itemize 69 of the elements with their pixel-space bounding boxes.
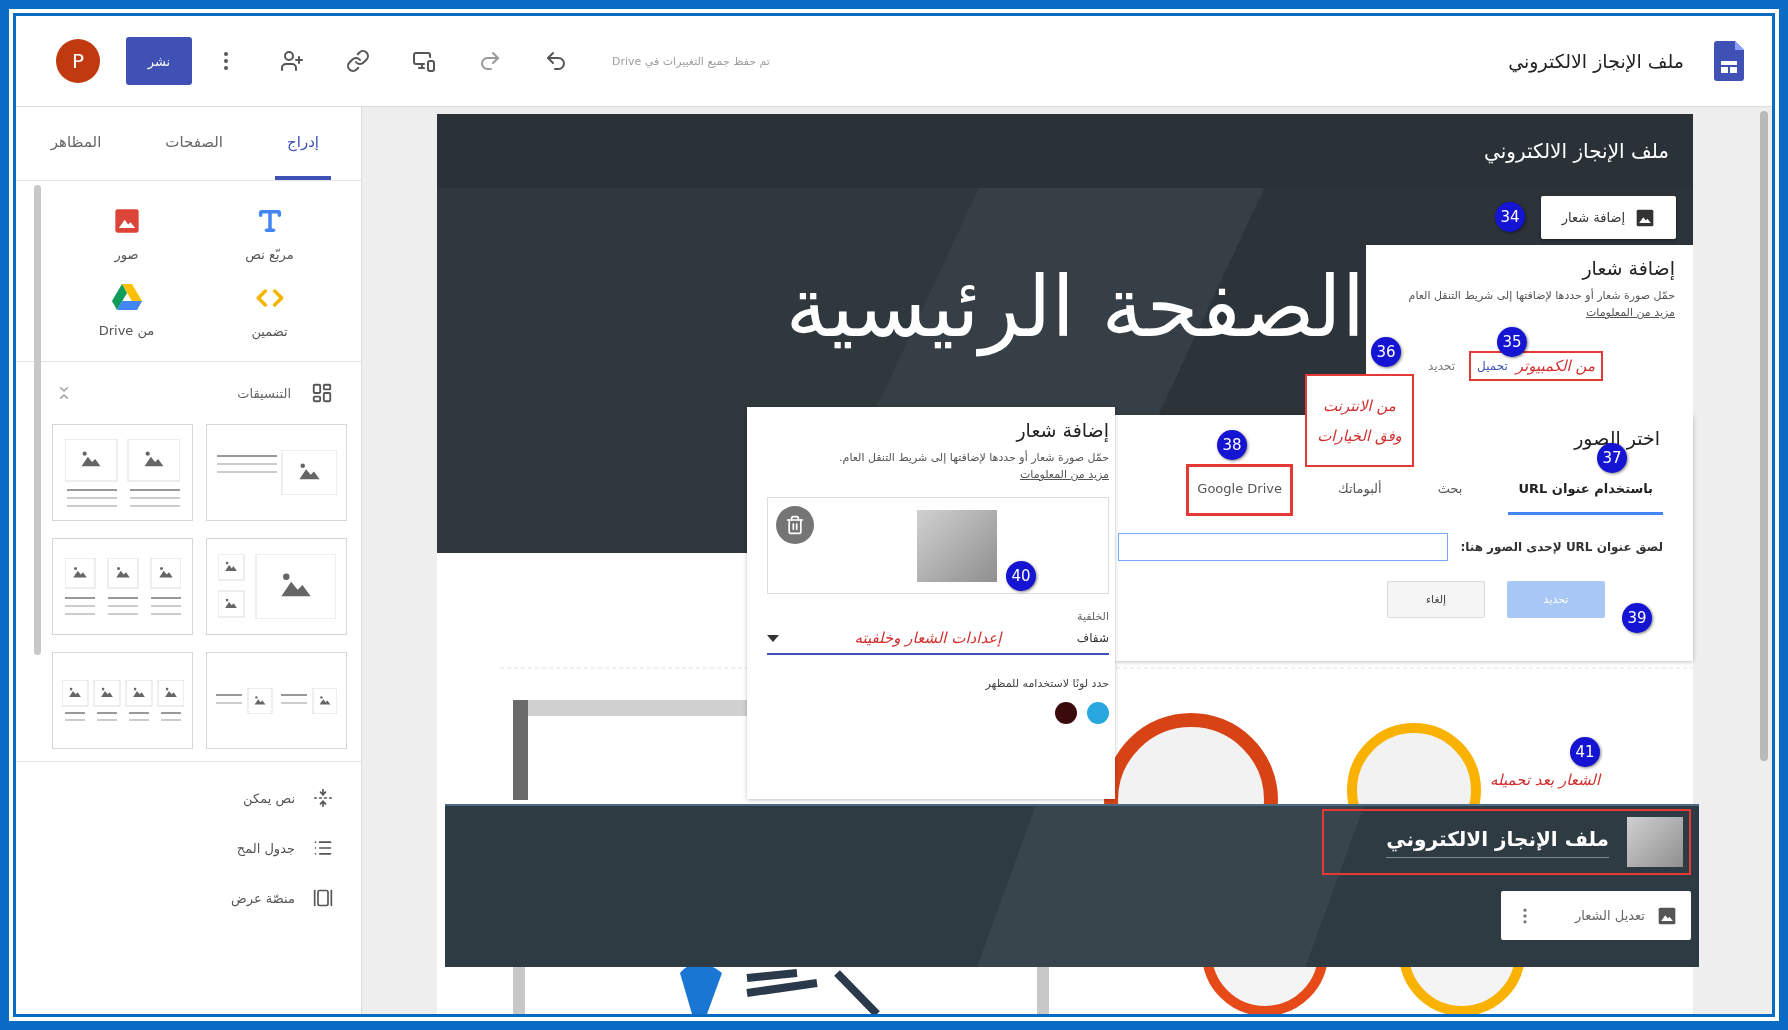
layout-tile[interactable] (52, 652, 193, 749)
picker-tab[interactable]: Google Drive (1187, 465, 1292, 515)
sidebar-tab[interactable]: الصفحات (153, 107, 236, 180)
scrollbar[interactable] (34, 185, 41, 655)
more-info-link[interactable]: مزيد من المعلومات (1019, 468, 1109, 481)
delete-button[interactable] (776, 506, 814, 544)
add-logo-button[interactable]: إضافة شعار (1541, 196, 1676, 239)
dialog-description: حمّل صورة شعار أو حددها لإضافتها إلى شريط التنقل العام. مزيد من المعلومات (838, 449, 1109, 483)
devices-icon[interactable] (412, 49, 436, 73)
layout-tile[interactable] (52, 538, 193, 635)
gallery-icon (313, 888, 333, 908)
picker-tab[interactable]: ألبوماتك (1327, 465, 1392, 515)
dropdown-icon (767, 634, 779, 642)
insert-item[interactable]: صور (55, 199, 198, 270)
component-item[interactable]: منصّة عرض (16, 888, 333, 908)
color-prompt: حدد لونًا لاستخدامه للمظهر (984, 677, 1109, 690)
dialog-title: إضافة شعار (1580, 257, 1675, 279)
publish-button[interactable]: نشر (126, 37, 192, 85)
annotation-note: من الانترنت وفق الخيارات (1305, 374, 1414, 467)
document-icon[interactable] (1714, 41, 1744, 81)
color-swatch[interactable] (1055, 702, 1077, 724)
upload-link[interactable]: تحميل (1477, 359, 1508, 373)
logo-image (1627, 817, 1683, 867)
url-input-field[interactable] (1118, 533, 1449, 561)
undo-icon[interactable] (544, 49, 568, 73)
background-select[interactable]: شفاف إعدادات الشعار وخلفيته (767, 623, 1109, 655)
select-link[interactable]: تحديد (1428, 359, 1456, 373)
image-icon (1635, 207, 1656, 228)
annotation-note: من الكمبيوتر (1515, 357, 1595, 375)
cancel-button[interactable]: إلغاء (1387, 581, 1485, 618)
edit-logo-button[interactable]: تعديل الشعار (1501, 891, 1691, 940)
field-label: الخلفية (1076, 610, 1109, 623)
component-item[interactable]: جدول المح (16, 838, 333, 858)
layout-tile[interactable] (52, 424, 193, 521)
dialog-description: حمّل صورة شعار أو حددها لإضافتها إلى شريط التنقل العام مزيد من المعلومات (1407, 287, 1675, 321)
site-title[interactable]: ملف الإنجاز الالكتروني (1508, 50, 1684, 72)
image-icon (112, 207, 141, 235)
site-header-title: ملف الإنجاز الالكتروني (1386, 826, 1609, 858)
redo-icon[interactable] (478, 49, 502, 73)
scrollbar[interactable] (1760, 111, 1768, 761)
avatar[interactable]: P (56, 39, 100, 83)
annotation-note: إعدادات الشعار وخلفيته (854, 629, 1002, 647)
trash-icon (785, 515, 805, 535)
component-item[interactable]: نص يمكن (16, 788, 333, 808)
dialog-title: إضافة شعار (1014, 419, 1109, 441)
triangle-icon (111, 284, 142, 311)
layout-tile[interactable] (206, 424, 347, 521)
annotation-note: الشعار بعد تحميله (1490, 771, 1601, 789)
site-header-title: ملف الإنجاز الالكتروني (1484, 139, 1669, 163)
image-icon (1657, 905, 1677, 926)
save-status: تم حفظ جميع التغييرات في Drive (612, 54, 770, 68)
insert-item[interactable]: مربّع نص (198, 199, 341, 270)
page-title: الصفحة الرئيسية (784, 258, 1365, 356)
picker-tab[interactable]: بحث (1427, 465, 1473, 515)
layout-icon (311, 382, 333, 404)
section-title: التنسيقات (236, 385, 291, 401)
layout-tile[interactable] (206, 652, 347, 749)
list-icon (313, 838, 333, 858)
field-label: لصق عنوان URL لإحدى الصور هنا: (1460, 540, 1663, 554)
insert-item[interactable]: من Drive (55, 276, 198, 347)
fold-icon (313, 788, 333, 808)
add-person-icon[interactable] (280, 49, 304, 73)
sidebar-tab[interactable]: المظاهر (38, 107, 114, 180)
color-swatch[interactable] (1087, 702, 1109, 724)
more-info-link[interactable]: مزيد من المعلومات (1585, 306, 1675, 319)
link-icon[interactable] (346, 49, 370, 73)
insert-item[interactable]: تضمين (198, 276, 341, 347)
sidebar-tab[interactable]: إدراج (275, 107, 331, 180)
layout-tile[interactable] (206, 538, 347, 635)
